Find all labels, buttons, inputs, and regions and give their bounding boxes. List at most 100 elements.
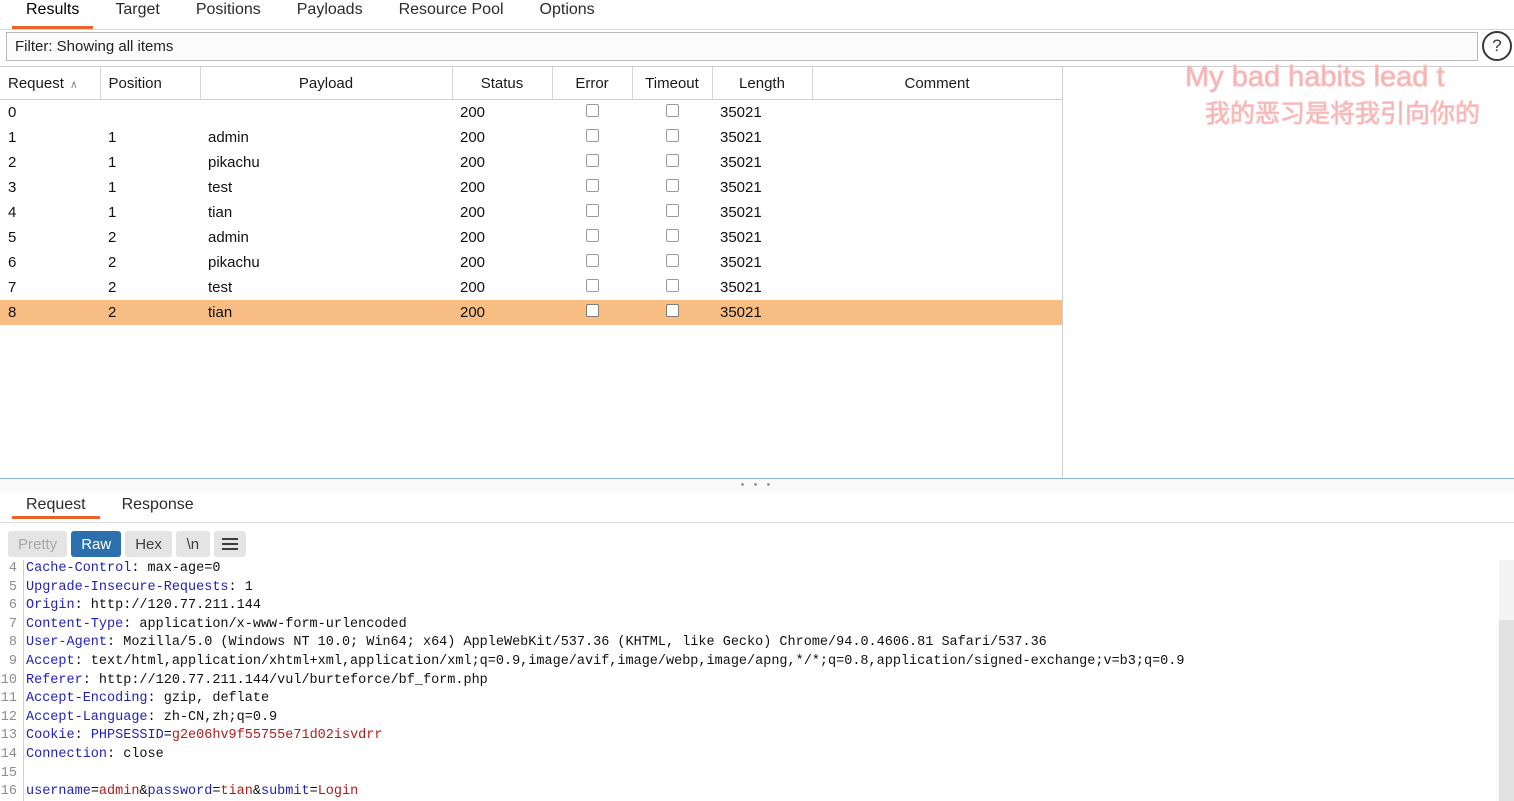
editor-line-text[interactable]: Cache-Control: max-age=0	[20, 560, 220, 579]
view-button-n[interactable]: \n	[175, 531, 210, 557]
error-checkbox[interactable]	[585, 179, 599, 192]
editor-line-text[interactable]: Connection: close	[20, 746, 164, 765]
editor-line-text[interactable]: User-Agent: Mozilla/5.0 (Windows NT 10.0…	[20, 634, 1047, 653]
cell-request: 5	[0, 225, 100, 250]
editor-line-text[interactable]: Referer: http://120.77.211.144/vul/burte…	[20, 672, 488, 691]
editor-token: : zh-CN,zh;q=0.9	[147, 709, 278, 725]
cell-error[interactable]	[552, 250, 632, 275]
cell-error[interactable]	[552, 150, 632, 175]
table-row[interactable]: 5 2 admin 200 35021	[0, 225, 1062, 250]
cell-timeout[interactable]	[632, 200, 712, 225]
tab-positions[interactable]: Positions	[178, 0, 279, 26]
timeout-checkbox[interactable]	[665, 129, 679, 142]
cell-status: 200	[452, 300, 552, 325]
table-row[interactable]: 6 2 pikachu 200 35021	[0, 250, 1062, 275]
table-row[interactable]: 3 1 test 200 35021	[0, 175, 1062, 200]
table-row[interactable]: 8 2 tian 200 35021	[0, 300, 1062, 325]
table-row[interactable]: 1 1 admin 200 35021	[0, 125, 1062, 150]
cell-error[interactable]	[552, 200, 632, 225]
tab-results[interactable]: Results	[8, 0, 97, 29]
table-row[interactable]: 4 1 tian 200 35021	[0, 200, 1062, 225]
timeout-checkbox[interactable]	[665, 279, 679, 292]
editor-line-text[interactable]: username=admin&password=tian&submit=Logi…	[20, 783, 358, 801]
table-row[interactable]: 0 200 35021	[0, 100, 1062, 126]
error-checkbox[interactable]	[585, 304, 599, 317]
cell-error[interactable]	[552, 100, 632, 126]
cell-length: 35021	[712, 175, 812, 200]
request-editor[interactable]: 4 Cache-Control: max-age=0 5 Upgrade-Insecu…	[0, 560, 1514, 801]
cell-timeout[interactable]	[632, 300, 712, 325]
editor-line-text[interactable]: Accept-Encoding: gzip, deflate	[20, 690, 269, 709]
cell-timeout[interactable]	[632, 125, 712, 150]
column-header-position[interactable]: Position	[100, 67, 201, 100]
error-checkbox[interactable]	[585, 229, 599, 242]
tab-options[interactable]: Options	[522, 0, 613, 26]
panel-splitter[interactable]: • • •	[0, 478, 1514, 492]
timeout-checkbox[interactable]	[665, 254, 679, 267]
error-checkbox[interactable]	[585, 254, 599, 267]
message-tab-request[interactable]: Request	[8, 492, 104, 519]
column-header-request[interactable]: Request ∧	[0, 67, 101, 100]
hamburger-icon[interactable]	[213, 531, 246, 557]
timeout-checkbox[interactable]	[665, 304, 679, 317]
editor-scrollbar-thumb[interactable]	[1499, 620, 1514, 801]
cell-timeout[interactable]	[632, 275, 712, 300]
cell-error[interactable]	[552, 300, 632, 325]
editor-line-text[interactable]: Cookie: PHPSESSID=g2e06hv9f55755e71d02is…	[20, 727, 382, 746]
timeout-checkbox[interactable]	[665, 154, 679, 167]
cell-length: 35021	[712, 100, 812, 126]
table-row[interactable]: 2 1 pikachu 200 35021	[0, 150, 1062, 175]
timeout-checkbox[interactable]	[665, 204, 679, 217]
cell-comment	[812, 300, 1062, 325]
error-checkbox[interactable]	[585, 104, 599, 117]
column-header-payload[interactable]: Payload	[200, 67, 453, 100]
cell-timeout[interactable]	[632, 225, 712, 250]
error-checkbox[interactable]	[585, 204, 599, 217]
view-button-raw[interactable]: Raw	[71, 531, 122, 557]
editor-token: : gzip, deflate	[147, 691, 270, 707]
message-tab-divider	[0, 522, 1514, 523]
timeout-checkbox[interactable]	[665, 229, 679, 242]
cell-timeout[interactable]	[632, 175, 712, 200]
cell-comment	[812, 150, 1062, 175]
editor-line-text[interactable]: Content-Type: application/x-www-form-url…	[20, 616, 407, 635]
cell-error[interactable]	[552, 225, 632, 250]
view-button-hex[interactable]: Hex	[125, 531, 172, 557]
editor-line-text[interactable]: Upgrade-Insecure-Requests: 1	[20, 579, 253, 598]
error-checkbox[interactable]	[585, 279, 599, 292]
editor-line-text[interactable]: Accept: text/html,application/xhtml+xml,…	[20, 653, 1185, 672]
view-button-pretty[interactable]: Pretty	[8, 531, 68, 557]
timeout-checkbox[interactable]	[665, 179, 679, 192]
tab-resource-pool[interactable]: Resource Pool	[381, 0, 522, 26]
results-table-panel[interactable]: Request ∧ Position Payload Status Error Timeou…	[0, 66, 1514, 478]
editor-token: password	[147, 784, 213, 800]
timeout-checkbox[interactable]	[665, 104, 679, 117]
editor-line-text[interactable]: Origin: http://120.77.211.144	[20, 597, 261, 616]
cell-text: 35021	[720, 304, 762, 321]
filter-bar[interactable]: Filter: Showing all items	[6, 32, 1478, 61]
cell-error[interactable]	[552, 175, 632, 200]
column-header-comment[interactable]: Comment	[812, 67, 1063, 100]
column-header-error[interactable]: Error	[552, 67, 633, 100]
tab-payloads[interactable]: Payloads	[279, 0, 381, 26]
error-checkbox[interactable]	[585, 154, 599, 167]
cell-error[interactable]	[552, 275, 632, 300]
cell-payload: test	[200, 175, 452, 200]
help-icon[interactable]: ?	[1482, 31, 1512, 61]
tab-target[interactable]: Target	[97, 0, 177, 26]
error-checkbox[interactable]	[585, 129, 599, 142]
message-tab-response[interactable]: Response	[104, 492, 212, 519]
cell-request: 2	[0, 150, 100, 175]
intruder-tab-bar: Results Target Positions Payloads Resource P…	[0, 0, 1514, 29]
table-body[interactable]: 0 200 35021 1 1 admin 200 35021 2 1 pikachu 200 3502…	[0, 100, 1062, 325]
cell-timeout[interactable]	[632, 150, 712, 175]
column-header-length[interactable]: Length	[712, 67, 813, 100]
cell-error[interactable]	[552, 125, 632, 150]
cell-timeout[interactable]	[632, 250, 712, 275]
editor-line-text[interactable]: Accept-Language: zh-CN,zh;q=0.9	[20, 709, 277, 728]
table-row[interactable]: 7 2 test 200 35021	[0, 275, 1062, 300]
column-header-status[interactable]: Status	[452, 67, 553, 100]
column-header-timeout[interactable]: Timeout	[632, 67, 713, 100]
editor-line-number: 4	[8, 561, 17, 576]
cell-timeout[interactable]	[632, 100, 712, 126]
